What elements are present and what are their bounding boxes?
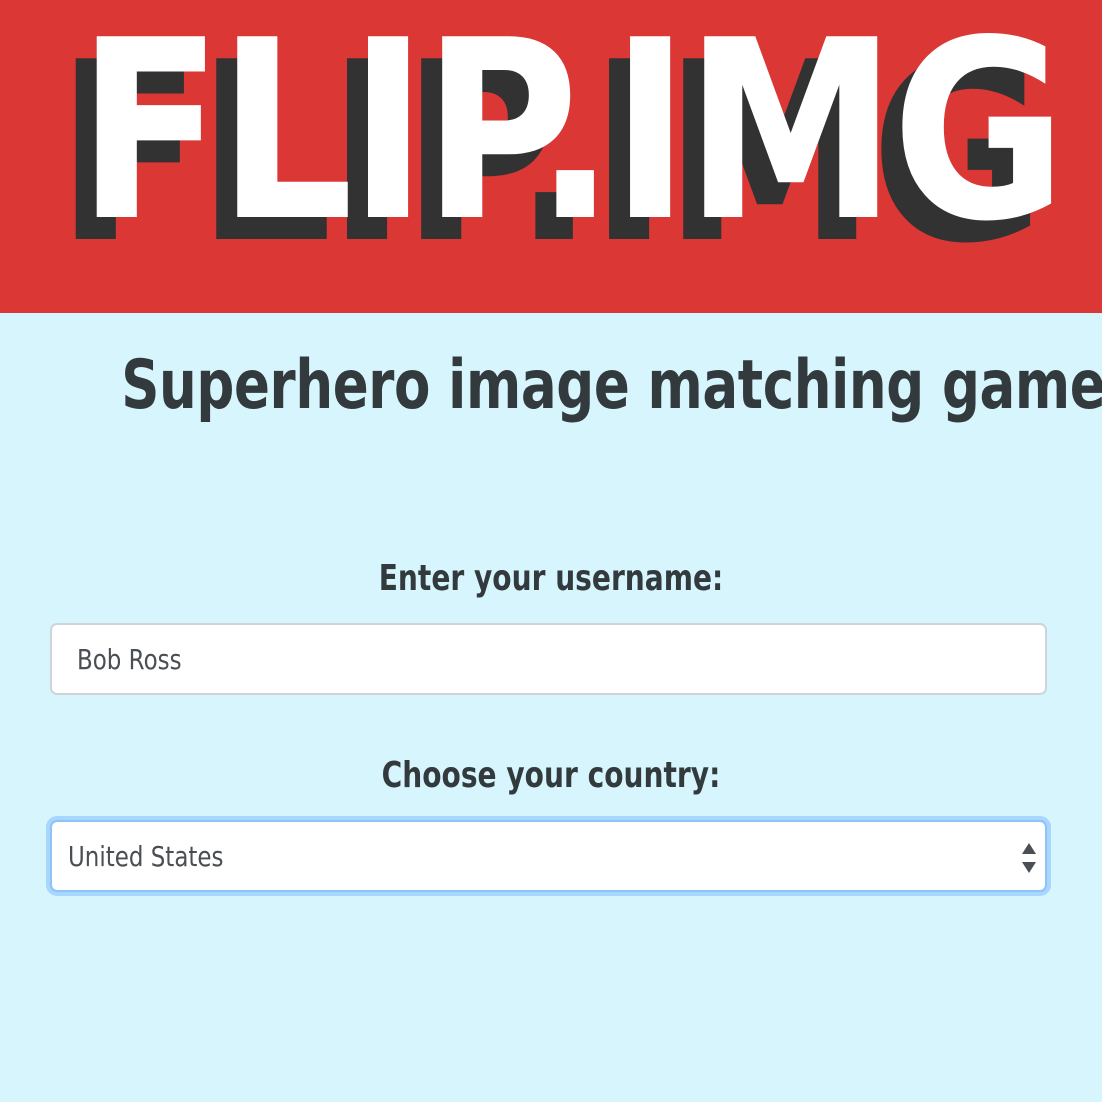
logo-text: FLIP.IMG: [77, 0, 1067, 276]
page-subtitle: Superhero image matching game: [121, 346, 1102, 425]
header-banner: FLIP.IMG FLIP.IMG: [0, 0, 1102, 313]
country-select[interactable]: United States: [50, 820, 1047, 892]
username-label: Enter your username:: [378, 558, 724, 599]
username-value: Bob Ross: [77, 643, 182, 676]
up-down-chevron-icon: [1022, 843, 1036, 873]
country-selected-value: United States: [68, 840, 224, 873]
country-label: Choose your country:: [381, 755, 721, 796]
page: FLIP.IMG FLIP.IMG Superhero image matchi…: [0, 0, 1102, 1102]
logo: FLIP.IMG FLIP.IMG: [0, 0, 1102, 313]
username-input[interactable]: Bob Ross: [50, 623, 1047, 695]
